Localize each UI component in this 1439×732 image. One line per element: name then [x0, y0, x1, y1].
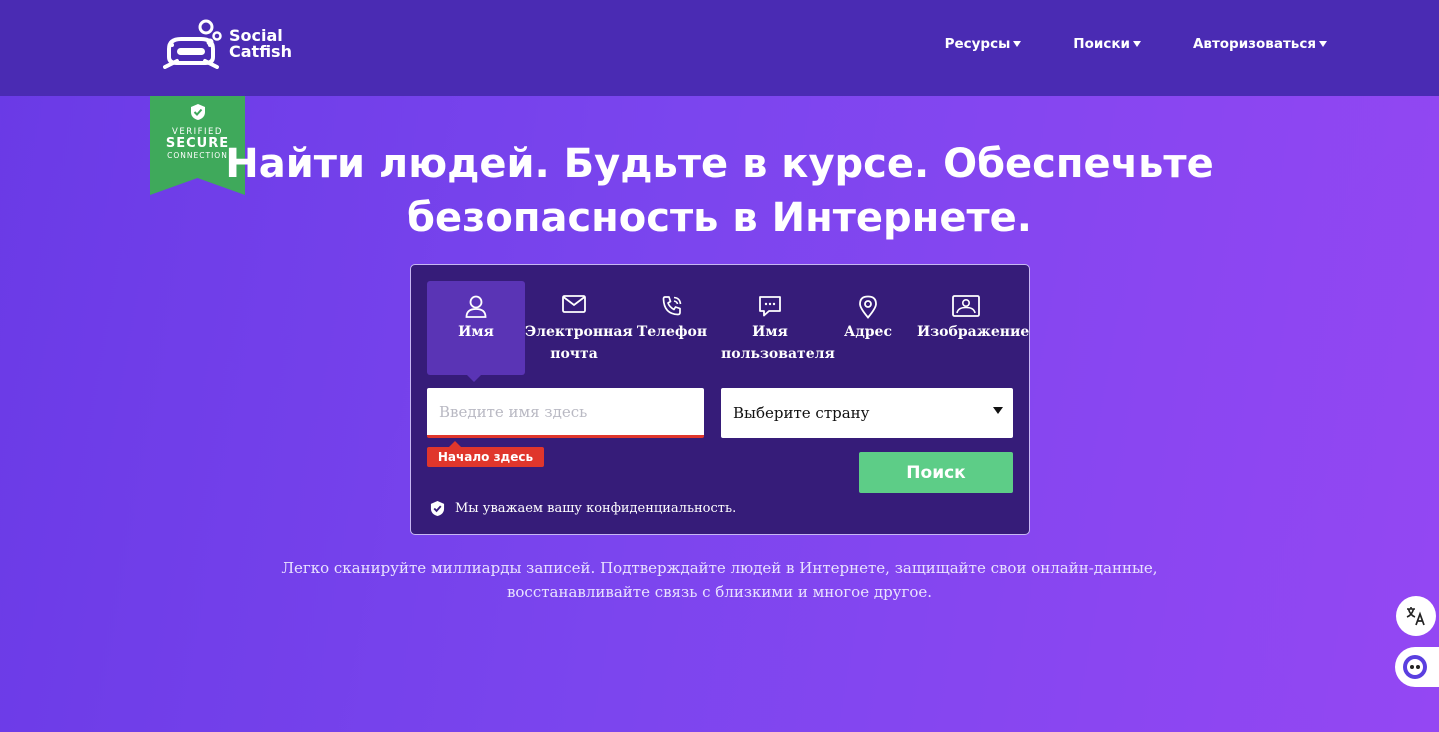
tab-name[interactable]: Имя [427, 281, 525, 382]
country-select[interactable]: Выберите страну [721, 388, 1013, 438]
image-icon [952, 295, 980, 317]
headline-line-1: Найти людей. Будьте в курсе. Обеспечьте [225, 141, 1214, 187]
search-tabs: Имя Электронная почта Телефон Имя пользо… [427, 281, 1030, 382]
site-header: Social Catfish Ресурсы Поиски Авторизова… [0, 0, 1439, 96]
translate-button[interactable] [1396, 596, 1436, 636]
envelope-icon [562, 295, 586, 313]
description-line-2: восстанавливайте связь с близкими и мног… [506, 583, 933, 601]
start-here-hint: Начало здесь [427, 441, 544, 467]
nav-login[interactable]: Авторизоваться [1193, 36, 1327, 52]
shield-check-icon [191, 104, 205, 120]
nav-login-label: Авторизоваться [1192, 36, 1316, 52]
tab-image[interactable]: Изображение [917, 281, 1030, 375]
logo[interactable]: Social Catfish [163, 19, 292, 69]
nav-resources[interactable]: Ресурсы [945, 36, 1022, 52]
tab-address[interactable]: Адрес [819, 281, 917, 375]
shield-check-icon [430, 501, 445, 516]
logo-line-2: Catfish [229, 42, 292, 61]
tab-email-label-1: Электронная [525, 324, 633, 340]
nav-searches[interactable]: Поиски [1073, 36, 1141, 52]
person-icon [465, 295, 487, 318]
translate-icon [1406, 607, 1425, 626]
assistant-button[interactable] [1395, 647, 1439, 687]
tab-username-label-1: Имя [752, 324, 788, 340]
page-headline: Найти людей. Будьте в курсе. Обеспечьте … [0, 137, 1439, 245]
headline-line-2: безопасность в Интернете. [407, 195, 1032, 241]
tab-email[interactable]: Электронная почта [525, 281, 633, 375]
description-line-1: Легко сканируйте миллиарды записей. Подт… [281, 559, 1158, 577]
tab-username[interactable]: Имя пользователя [721, 281, 835, 375]
chat-icon [759, 296, 781, 317]
logo-text: Social Catfish [229, 28, 292, 60]
privacy-text: Мы уважаем вашу конфиденциальность. [455, 501, 737, 516]
caret-down-icon [1013, 41, 1022, 47]
caret-down-icon [993, 407, 1003, 414]
main-nav: Ресурсы Поиски Авторизоваться [893, 36, 1327, 52]
tab-image-label: Изображение [917, 324, 1030, 340]
tab-phone-label: Телефон [636, 324, 708, 340]
tab-address-label: Адрес [844, 324, 892, 340]
privacy-note: Мы уважаем вашу конфиденциальность. [430, 500, 736, 517]
tab-phone[interactable]: Телефон [623, 281, 721, 375]
nav-searches-label: Поиски [1073, 36, 1130, 52]
caret-down-icon [1319, 41, 1327, 47]
catfish-logo-icon [163, 19, 222, 69]
hero-description: Легко сканируйте миллиарды записей. Подт… [0, 556, 1439, 604]
caret-down-icon [1132, 41, 1141, 47]
tab-email-label-2: почта [550, 346, 598, 362]
assistant-face-icon [1403, 655, 1427, 679]
tab-name-label: Имя [458, 324, 494, 340]
map-pin-icon [859, 295, 877, 319]
search-button[interactable]: Поиск [859, 452, 1013, 493]
name-input[interactable] [427, 388, 704, 438]
phone-icon [662, 296, 682, 316]
nav-resources-label: Ресурсы [944, 36, 1011, 52]
country-select-value: Выберите страну [733, 404, 870, 422]
tab-username-label-2: пользователя [721, 346, 835, 362]
